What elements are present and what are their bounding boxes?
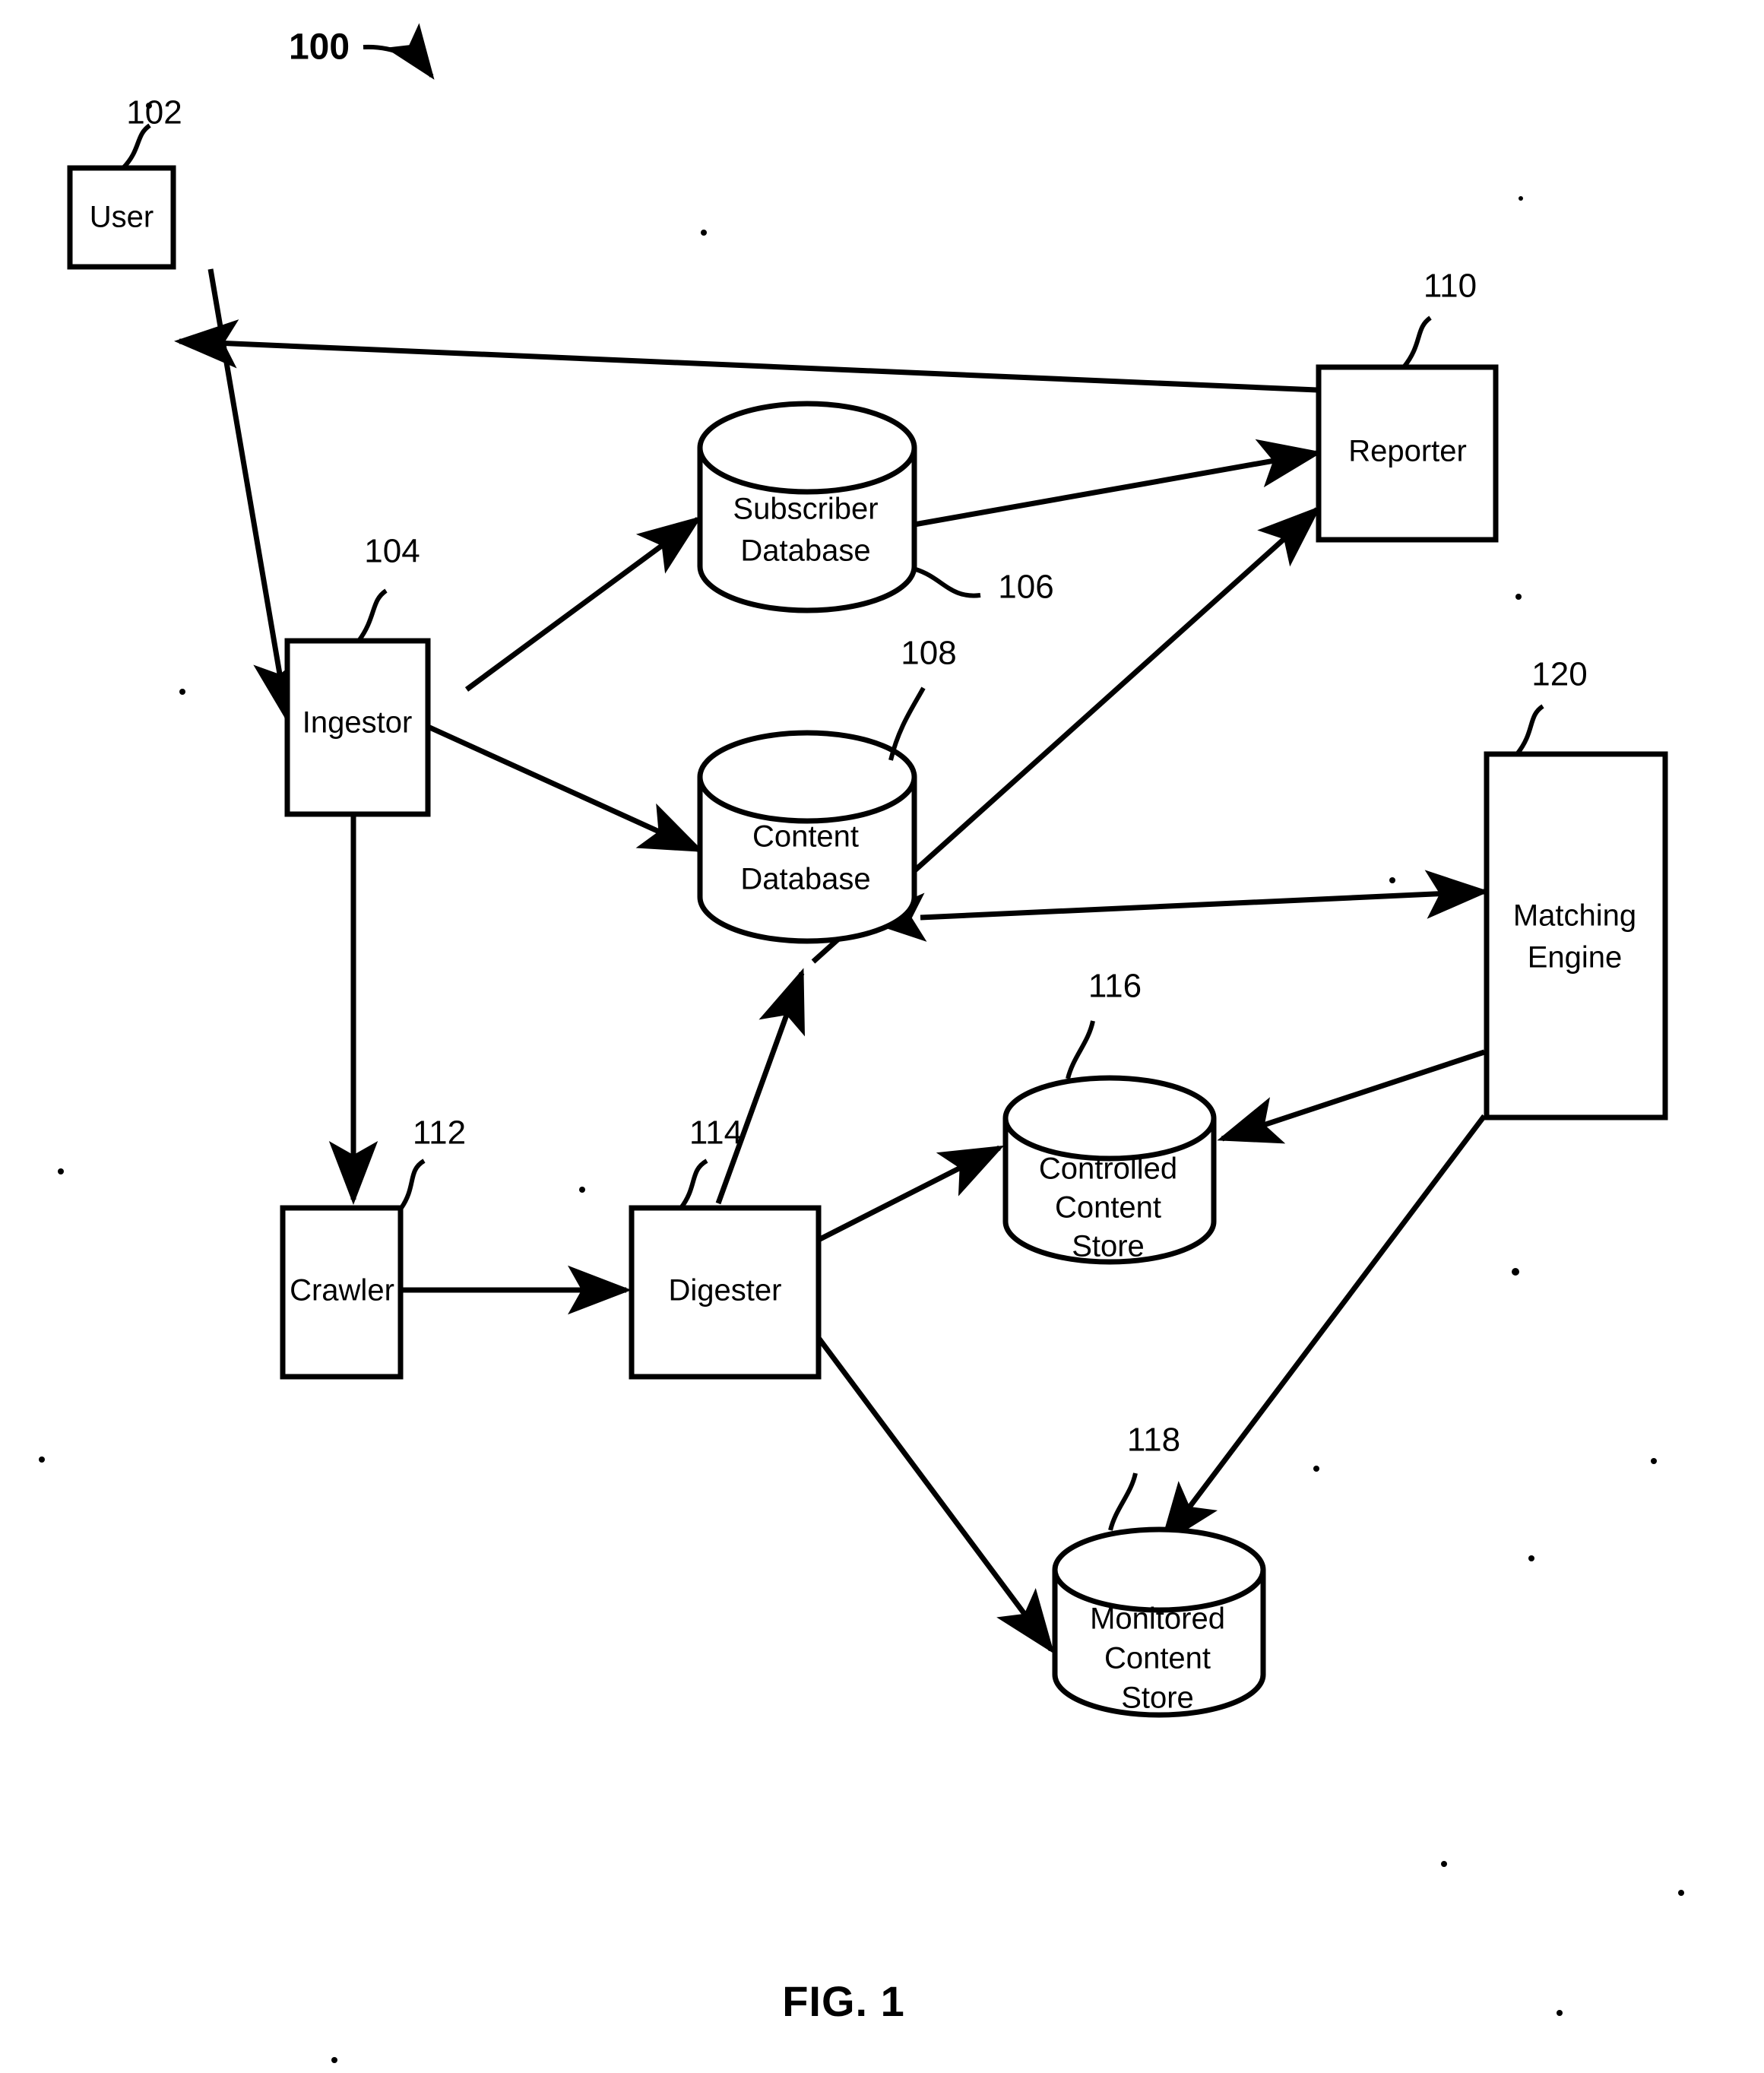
connection-ingestor-to-subscriber-db [464,515,702,692]
node-user[interactable]: User 102 [67,94,182,270]
matching-engine-box[interactable] [1484,751,1668,1120]
subscriber-db-ref-leader [915,567,981,598]
node-reporter[interactable]: Reporter 110 [1316,268,1499,543]
node-ingestor[interactable]: Ingestor 104 [284,533,431,817]
node-digester[interactable]: Digester 114 [629,1114,822,1380]
digester-ref-label: 114 [689,1114,743,1152]
connection-digester-to-content-db [715,968,805,1205]
crawler-label: Crawler [290,1274,394,1308]
subscriber-db-label-line2: Database [740,534,870,568]
monitored-store-cylinder-top [1052,1526,1266,1613]
monitored-store-label-line2: Content [1104,1642,1211,1675]
controlled-store-label-line2: Content [1055,1191,1161,1225]
controlled-store-label-line3: Store [1072,1230,1145,1263]
monitored-store-ref-label: 118 [1127,1422,1180,1459]
crawler-ref-label: 112 [413,1114,466,1152]
diagram-canvas: 100 User 102 Ingestor 104 Subscriber Dat… [39,23,1684,2063]
user-ref-leader [121,123,151,170]
connection-ingestor-to-content-db [425,723,705,853]
system-reference-label: 100 [289,27,350,68]
figure-caption: FIG. 1 [782,1977,905,2025]
content-db-label-line1: Content [752,820,859,854]
controlled-store-ref-label: 116 [1088,968,1142,1005]
reporter-ref-label: 110 [1424,268,1477,305]
matching-engine-ref-label: 120 [1531,656,1587,693]
ingestor-label: Ingestor [302,706,413,740]
ingestor-ref-leader [356,588,388,642]
system-reference: 100 [289,23,435,80]
subscriber-db-cylinder-top [697,401,917,495]
connection-reporter-to-user [174,319,1318,393]
connection-user-to-ingestor [207,268,302,724]
reporter-ref-leader [1401,315,1432,369]
content-db-cylinder-top [697,730,917,824]
content-db-ref-label: 108 [901,635,956,672]
connection-digester-to-controlled-store [817,1145,1005,1243]
connection-subscriber-db-to-reporter [914,439,1322,528]
controlled-store-cylinder-top [1002,1075,1217,1162]
node-crawler[interactable]: Crawler 112 [280,1114,466,1380]
matching-engine-label-line1: Matching [1513,899,1636,933]
user-ref-label: 102 [126,94,182,132]
matching-engine-ref-leader [1515,704,1544,756]
crawler-ref-leader [399,1159,426,1209]
monitored-store-label-line1: Monitored [1090,1602,1225,1636]
content-db-label-line2: Database [740,863,870,896]
subscriber-db-label-line1: Subscriber [733,493,878,526]
monitored-store-label-line3: Store [1121,1682,1194,1715]
matching-engine-label-line2: Engine [1528,941,1623,975]
monitored-store-ref-leader [1108,1472,1138,1531]
controlled-store-label-line1: Controlled [1039,1152,1177,1186]
connection-digester-to-monitored-store [816,1336,1055,1654]
patent-figure: 100 User 102 Ingestor 104 Subscriber Dat… [0,0,1764,2073]
digester-ref-leader [679,1159,708,1209]
connection-content-db-to-matching-engine [862,870,1490,942]
subscriber-db-ref-label: 106 [998,569,1053,606]
node-content-database[interactable]: Content Database 108 [697,635,957,944]
controlled-store-ref-leader [1066,1020,1095,1079]
reporter-label: Reporter [1348,435,1467,468]
node-monitored-content-store[interactable]: Monitored Content Store 118 [1052,1422,1266,1718]
user-label: User [90,201,154,234]
ingestor-ref-label: 104 [364,533,420,570]
node-matching-engine[interactable]: Matching Engine 120 [1484,656,1668,1120]
system-reference-leader [363,23,435,80]
content-db-ref-leader [888,686,926,761]
connection-matching-engine-to-controlled-store [1217,1049,1486,1144]
digester-label: Digester [669,1274,782,1308]
node-controlled-content-store[interactable]: Controlled Content Store 116 [1002,968,1217,1265]
